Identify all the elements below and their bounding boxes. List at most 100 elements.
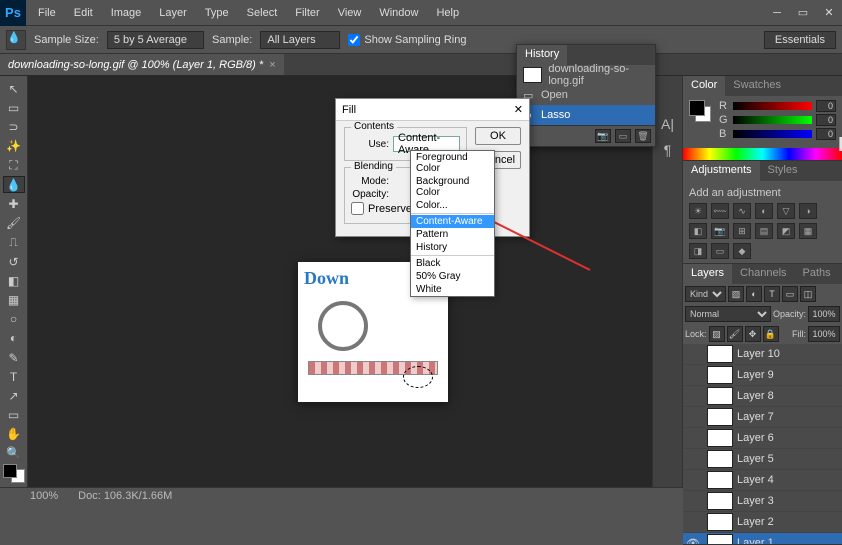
history-tab[interactable]: History	[517, 45, 567, 65]
threshold-icon[interactable]: ◨	[689, 243, 707, 259]
exposure-icon[interactable]: ◐	[755, 203, 773, 219]
lock-pixels-icon[interactable]: 🖌	[727, 326, 743, 342]
show-sampling-ring-checkbox[interactable]	[348, 34, 360, 46]
menu-file[interactable]: File	[30, 3, 64, 23]
dodge-tool[interactable]: ◐	[3, 330, 25, 347]
eraser-tool[interactable]: ◧	[3, 272, 25, 289]
b-slider[interactable]	[733, 130, 812, 138]
filter-adj-icon[interactable]: ◐	[746, 286, 762, 302]
layer-filter-kind[interactable]: Kind	[685, 286, 726, 302]
layer-row[interactable]: Layer 9	[683, 365, 842, 386]
move-tool[interactable]: ↖	[3, 80, 25, 97]
selective-color-icon[interactable]: ◆	[733, 243, 751, 259]
r-value[interactable]: 0	[816, 100, 836, 112]
dropdown-option[interactable]: Color...	[411, 199, 494, 212]
gradient-map-icon[interactable]: ▭	[711, 243, 729, 259]
hue-icon[interactable]: ◑	[799, 203, 817, 219]
gradient-tool[interactable]: ▦	[3, 291, 25, 308]
dropdown-option[interactable]: Pattern	[411, 228, 494, 241]
hue-strip[interactable]	[683, 148, 842, 160]
r-slider[interactable]	[733, 102, 812, 110]
color-tab[interactable]: Color	[683, 76, 725, 96]
sample-select[interactable]: All Layers	[260, 31, 340, 49]
invert-icon[interactable]: ◩	[777, 223, 795, 239]
vibrance-icon[interactable]: ▽	[777, 203, 795, 219]
lock-transparency-icon[interactable]: ▨	[709, 326, 725, 342]
layer-row[interactable]: Layer 10	[683, 344, 842, 365]
layer-row[interactable]: Layer 5	[683, 449, 842, 470]
menu-select[interactable]: Select	[239, 3, 286, 23]
menu-help[interactable]: Help	[428, 3, 467, 23]
brush-tool[interactable]: 🖌	[3, 215, 25, 232]
layers-tab[interactable]: Layers	[683, 264, 732, 284]
camera-icon[interactable]: 📷	[595, 129, 611, 143]
g-slider[interactable]	[733, 116, 812, 124]
history-brush-tool[interactable]: ↺	[3, 253, 25, 270]
para-panel-icon[interactable]: ¶	[664, 142, 672, 158]
layer-row[interactable]: Layer 4	[683, 470, 842, 491]
color-preview[interactable]	[689, 100, 713, 124]
history-item[interactable]: ⊃ Lasso	[517, 105, 655, 125]
menu-image[interactable]: Image	[103, 3, 150, 23]
delete-state-icon[interactable]: 🗑	[635, 129, 651, 143]
preserve-checkbox[interactable]	[351, 202, 364, 215]
menu-view[interactable]: View	[330, 3, 370, 23]
marquee-tool[interactable]: ▭	[3, 99, 25, 116]
current-tool-icon[interactable]: 💧	[6, 30, 26, 50]
layer-row[interactable]: Layer 2	[683, 512, 842, 533]
history-snapshot[interactable]: downloading-so-long.gif	[517, 65, 655, 85]
bw-icon[interactable]: ◧	[689, 223, 707, 239]
char-panel-icon[interactable]: A|	[661, 116, 674, 132]
maximize-button[interactable]: ▭	[790, 3, 816, 23]
dropdown-option[interactable]: Black	[411, 257, 494, 270]
blend-mode-select[interactable]: Normal	[685, 306, 771, 322]
dropdown-option[interactable]: History	[411, 241, 494, 254]
foreground-background-colors[interactable]	[3, 464, 25, 483]
dropdown-option[interactable]: 50% Gray	[411, 270, 494, 283]
minimize-button[interactable]: ─	[764, 3, 790, 23]
lock-position-icon[interactable]: ✥	[745, 326, 761, 342]
styles-tab[interactable]: Styles	[760, 161, 806, 181]
filter-pixel-icon[interactable]: ▨	[728, 286, 744, 302]
shape-tool[interactable]: ▭	[3, 406, 25, 423]
hand-tool[interactable]: ✋	[3, 426, 25, 443]
photo-filter-icon[interactable]: 📷	[711, 223, 729, 239]
levels-icon[interactable]: ⬳	[711, 203, 729, 219]
menu-edit[interactable]: Edit	[66, 3, 101, 23]
zoom-tool[interactable]: 🔍	[3, 445, 25, 462]
eyedropper-tool[interactable]: 💧	[3, 176, 25, 193]
channel-mixer-icon[interactable]: ⊞	[733, 223, 751, 239]
filter-type-icon[interactable]: T	[764, 286, 780, 302]
history-item[interactable]: ▭ Open	[517, 85, 655, 105]
layer-row[interactable]: Layer 3	[683, 491, 842, 512]
dropdown-option[interactable]: Foreground Color	[411, 151, 494, 175]
doc-size[interactable]: Doc: 106.3K/1.66M	[78, 490, 172, 502]
adjustments-tab[interactable]: Adjustments	[683, 161, 760, 181]
path-select-tool[interactable]: ↗	[3, 387, 25, 404]
dropdown-option-selected[interactable]: Content-Aware	[411, 215, 494, 228]
brightness-icon[interactable]: ☀	[689, 203, 707, 219]
healing-tool[interactable]: ✚	[3, 195, 25, 212]
layer-row[interactable]: Layer 6	[683, 428, 842, 449]
colormap-icon[interactable]: ▤	[755, 223, 773, 239]
menu-window[interactable]: Window	[371, 3, 426, 23]
sample-size-select[interactable]: 5 by 5 Average	[107, 31, 204, 49]
g-value[interactable]: 0	[816, 114, 836, 126]
close-tab-icon[interactable]: ×	[269, 59, 275, 71]
curves-icon[interactable]: ∿	[733, 203, 751, 219]
ok-button[interactable]: OK	[475, 127, 521, 145]
lock-all-icon[interactable]: 🔒	[763, 326, 779, 342]
type-tool[interactable]: T	[3, 368, 25, 385]
channels-tab[interactable]: Channels	[732, 264, 794, 284]
filter-shape-icon[interactable]: ▭	[782, 286, 798, 302]
menu-layer[interactable]: Layer	[151, 3, 195, 23]
filter-smart-icon[interactable]: ◫	[800, 286, 816, 302]
layer-row[interactable]: Layer 8	[683, 386, 842, 407]
stamp-tool[interactable]: ⎍	[3, 234, 25, 251]
lasso-tool[interactable]: ⊃	[3, 118, 25, 135]
document-tab[interactable]: downloading-so-long.gif @ 100% (Layer 1,…	[0, 54, 284, 75]
workspace-switcher[interactable]: Essentials	[764, 31, 836, 49]
fill-value[interactable]: 100%	[808, 326, 840, 342]
paths-tab[interactable]: Paths	[795, 264, 839, 284]
swatches-tab[interactable]: Swatches	[725, 76, 789, 96]
